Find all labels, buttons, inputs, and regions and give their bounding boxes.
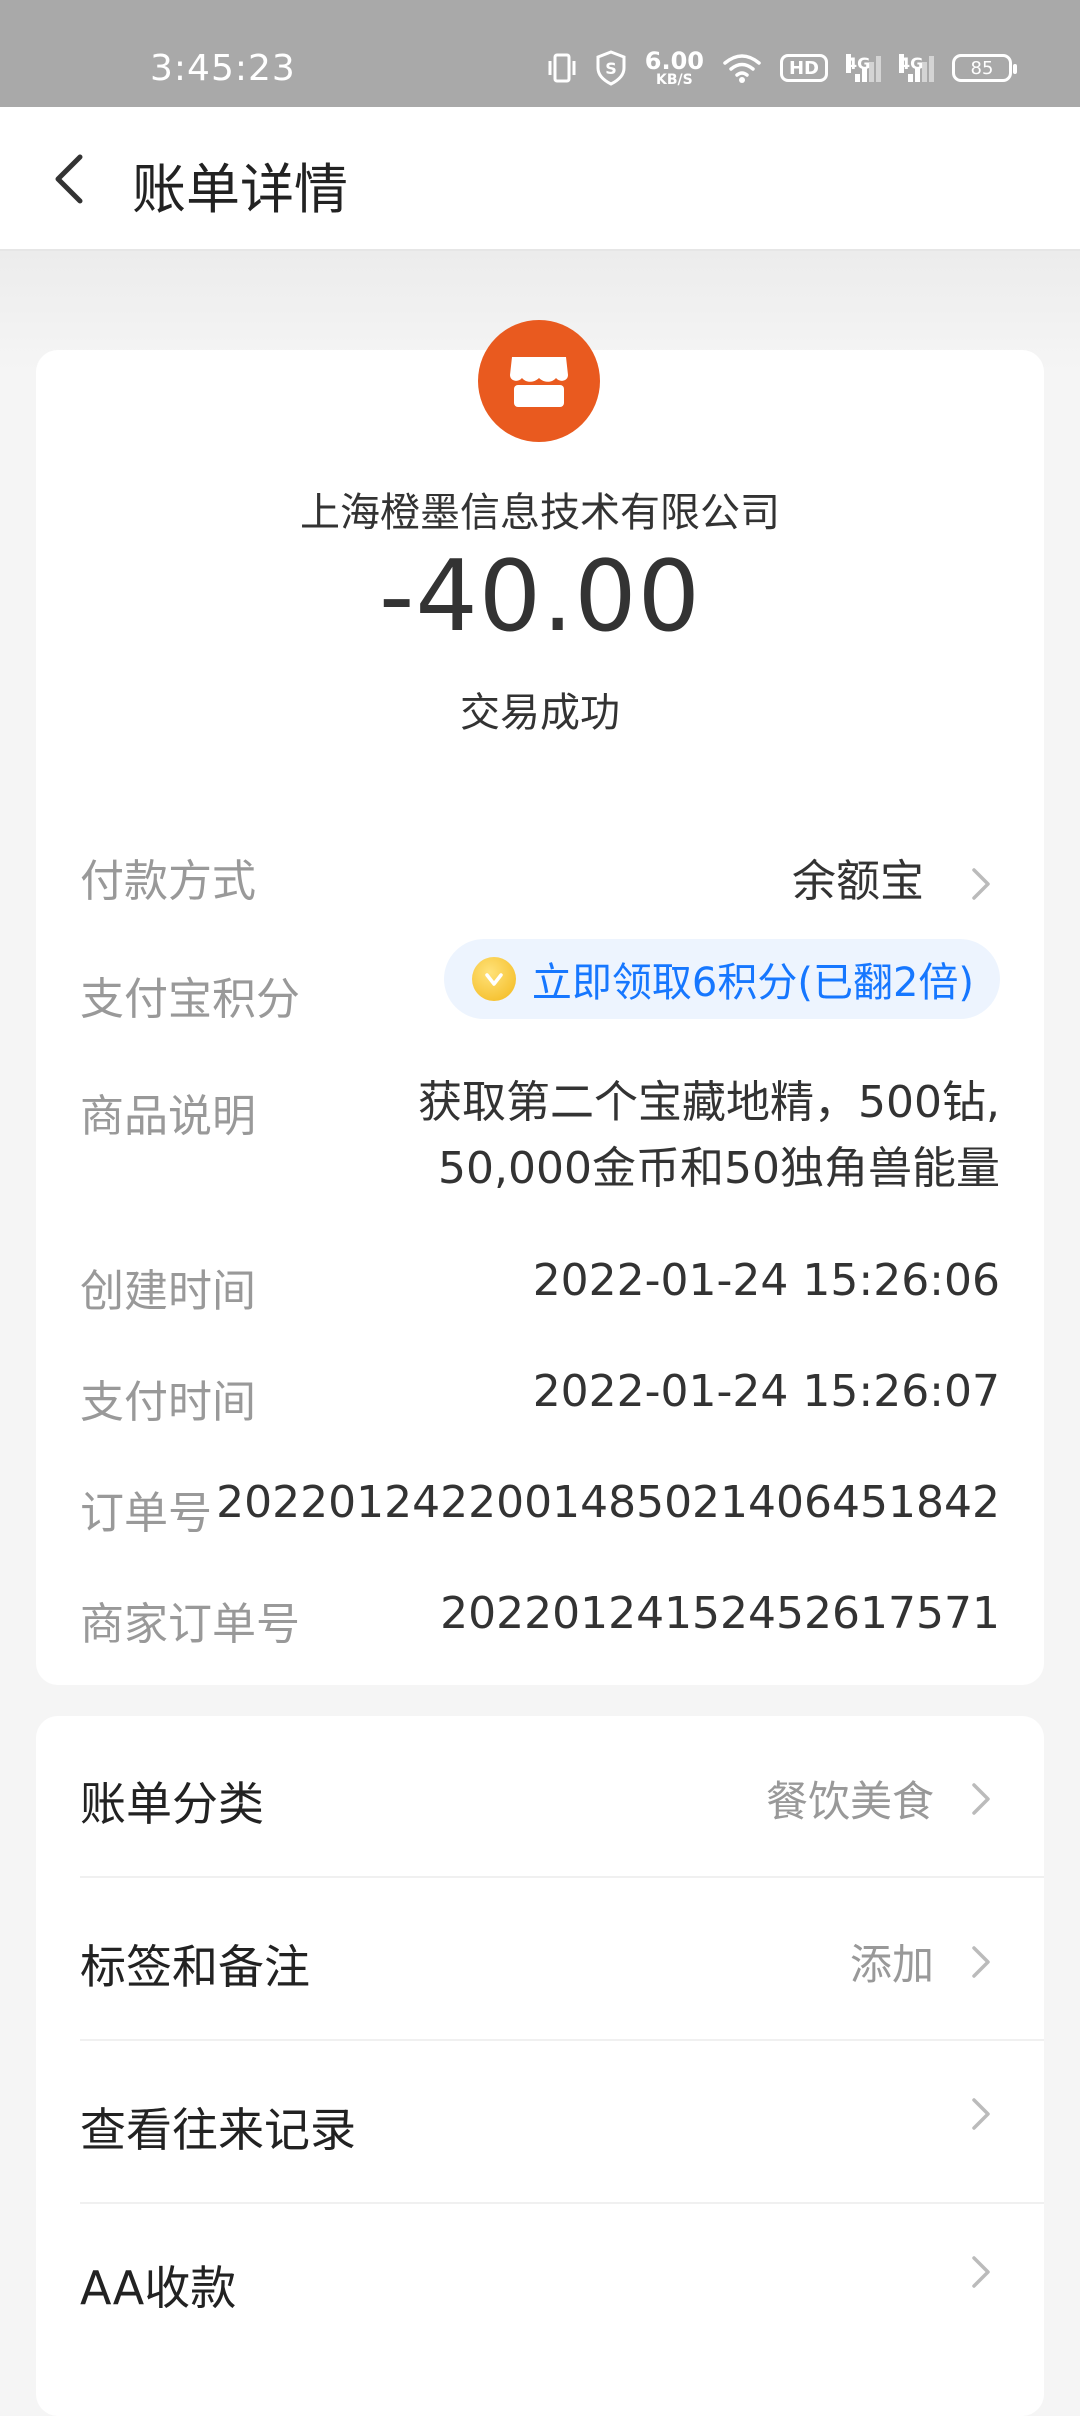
points-coin-icon — [471, 957, 516, 1001]
merchant-name: 上海橙墨信息技术有限公司 — [300, 490, 780, 536]
store-icon — [510, 357, 568, 407]
app-header: 账单详情 — [0, 107, 1080, 251]
status-bar: 3:45:23 S 6.00 KB/S HD 4G 4G 85 — [0, 0, 1080, 107]
merchant-order-value: 2022012415245261757​1 — [440, 1588, 1000, 1639]
tags-notes-label: 标签和备注 — [80, 1940, 310, 1994]
bill-category-row[interactable]: 账单分类 餐饮美食 — [80, 1716, 1044, 1878]
chevron-right-icon — [972, 1782, 990, 1815]
created-time-label: 创建时间 — [80, 1266, 256, 1317]
transaction-card: 上海橙墨信息技术有限公司 -40.00 交易成功 付款方式 余额宝 支付宝积分 … — [36, 320, 1044, 1685]
wifi-icon — [723, 54, 761, 83]
created-time-row: 创建时间 2022-01-24 15:26:06 — [80, 1255, 1000, 1317]
tags-notes-value: 添加 — [849, 1940, 934, 1989]
hd-badge: HD — [779, 54, 828, 82]
merchant-order-label: 商家订单号 — [80, 1599, 300, 1650]
actions-card: 账单分类 餐饮美食 标签和备注 添加 查看往来记录 AA收款 — [36, 1716, 1044, 2416]
paid-time-value: 2022-01-24 15:26:07 — [532, 1366, 1000, 1417]
merchant-logo — [478, 320, 600, 442]
order-no-label: 订单号 — [80, 1488, 212, 1539]
tags-notes-row[interactable]: 标签和备注 添加 — [80, 1879, 1044, 2041]
payment-method-value: 余额宝 — [792, 845, 1000, 909]
order-no-value: 2022012422001485021406451842 — [216, 1477, 1000, 1528]
paid-time-label: 支付时间 — [80, 1377, 256, 1428]
net-speed: 6.00 KB/S — [644, 47, 704, 88]
aa-collect-label: AA收款 — [80, 2261, 237, 2315]
merchant-order-row: 商家订单号 2022012415245261757​1 — [80, 1588, 1000, 1650]
created-time-value: 2022-01-24 15:26:06 — [532, 1255, 1000, 1306]
product-desc-row: 商品说明 获取第二个宝藏地精，500钻, 50,000金币和50独角兽能量 — [80, 1077, 1000, 1220]
paid-time-row: 支付时间 2022-01-24 15:26:07 — [80, 1366, 1000, 1428]
product-desc-label: 商品说明 — [80, 1091, 256, 1142]
product-desc-value: 获取第二个宝藏地精，500钻, 50,000金币和50独角兽能量 — [418, 1077, 1000, 1194]
battery-icon: 85 — [952, 54, 1017, 82]
svg-text:S: S — [605, 59, 617, 78]
transaction-status: 交易成功 — [460, 690, 620, 736]
points-row: 支付宝积分 立即领取6积分(已翻2倍) — [80, 939, 1000, 1025]
transaction-amount: -40.00 — [379, 540, 701, 654]
payment-method-row[interactable]: 付款方式 余额宝 — [80, 845, 1000, 907]
chevron-right-icon — [972, 2256, 990, 2288]
status-time: 3:45:23 — [150, 48, 296, 89]
points-label: 支付宝积分 — [80, 974, 300, 1025]
history-row[interactable]: 查看往来记录 — [80, 2042, 1044, 2204]
chevron-right-icon — [972, 1945, 990, 1978]
bill-category-value: 餐饮美食 — [765, 1777, 934, 1826]
back-arrow-icon[interactable] — [44, 151, 100, 207]
chevron-right-icon — [972, 868, 990, 900]
vibrate-icon — [548, 53, 576, 83]
points-text: 立即领取6积分(已翻2倍) — [531, 960, 974, 1006]
order-no-row: 订单号 2022012422001485021406451842 — [80, 1477, 1000, 1539]
aa-collect-row[interactable]: AA收款 — [80, 2200, 1044, 2362]
bill-category-label: 账单分类 — [80, 1777, 264, 1831]
history-label: 查看往来记录 — [80, 2103, 356, 2157]
payment-method-label: 付款方式 — [80, 856, 256, 907]
status-icons: S 6.00 KB/S HD 4G 4G 85 — [547, 47, 1017, 88]
signal-sim1: 4G — [846, 54, 881, 82]
signal-sim2: 4G — [899, 54, 934, 82]
claim-points-button[interactable]: 立即领取6积分(已翻2倍) — [443, 939, 1000, 1019]
chevron-right-icon — [972, 2098, 990, 2130]
shield-s-icon: S — [596, 50, 626, 86]
page-title: 账单详情 — [132, 158, 348, 221]
